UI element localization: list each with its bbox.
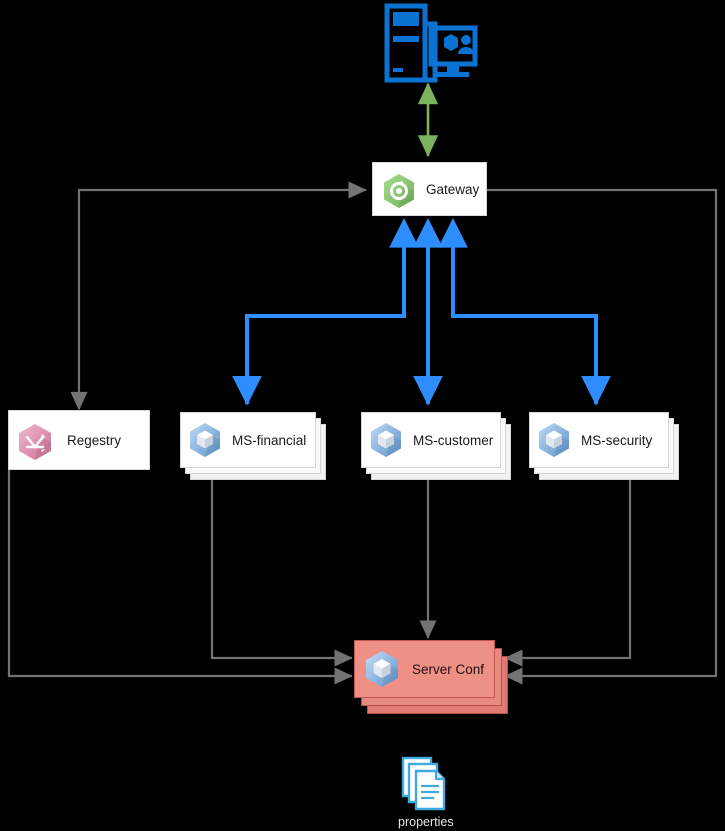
node-label-registry: Regestry xyxy=(67,432,122,448)
connector-registry-server-conf xyxy=(7,470,353,685)
node-registry[interactable]: Regestry xyxy=(8,410,150,470)
documents-stack-icon xyxy=(400,755,456,813)
service-cube-hex-icon xyxy=(362,649,402,689)
node-gateway[interactable]: Gateway xyxy=(372,162,487,216)
architecture-diagram-canvas: Gateway Regestry MS-financial MS-custome… xyxy=(0,0,725,831)
card-front: MS-financial xyxy=(180,412,316,468)
card-front: MS-security xyxy=(529,412,669,468)
node-ms-customer[interactable]: MS-customer xyxy=(361,412,511,480)
node-server-conf[interactable]: Server Conf xyxy=(354,640,508,718)
node-label-gateway: Gateway xyxy=(426,181,480,197)
node-ms-financial[interactable]: MS-financial xyxy=(180,412,326,480)
node-label-server-conf: Server Conf xyxy=(412,661,485,677)
properties-label: properties xyxy=(398,815,454,829)
node-label-ms-security: MS-security xyxy=(581,432,653,448)
connector-ms-financial-server-conf xyxy=(210,478,353,667)
connector-gateway-ms-financial xyxy=(232,218,419,406)
connector-gateway-ms-security xyxy=(438,218,611,406)
node-ms-security[interactable]: MS-security xyxy=(529,412,679,480)
card-front: MS-customer xyxy=(361,412,501,468)
gateway-hex-icon xyxy=(380,172,418,210)
service-cube-hex-icon xyxy=(186,421,224,459)
connector-registry-gateway xyxy=(70,181,367,411)
card-front: Server Conf xyxy=(354,640,495,698)
service-cube-hex-icon xyxy=(367,421,405,459)
registry-hex-icon xyxy=(15,422,55,462)
connector-ms-security-server-conf xyxy=(504,478,632,667)
service-cube-hex-icon xyxy=(535,421,573,459)
node-label-ms-customer: MS-customer xyxy=(413,432,494,448)
workstation-icon xyxy=(383,2,479,84)
node-label-ms-financial: MS-financial xyxy=(232,432,307,448)
